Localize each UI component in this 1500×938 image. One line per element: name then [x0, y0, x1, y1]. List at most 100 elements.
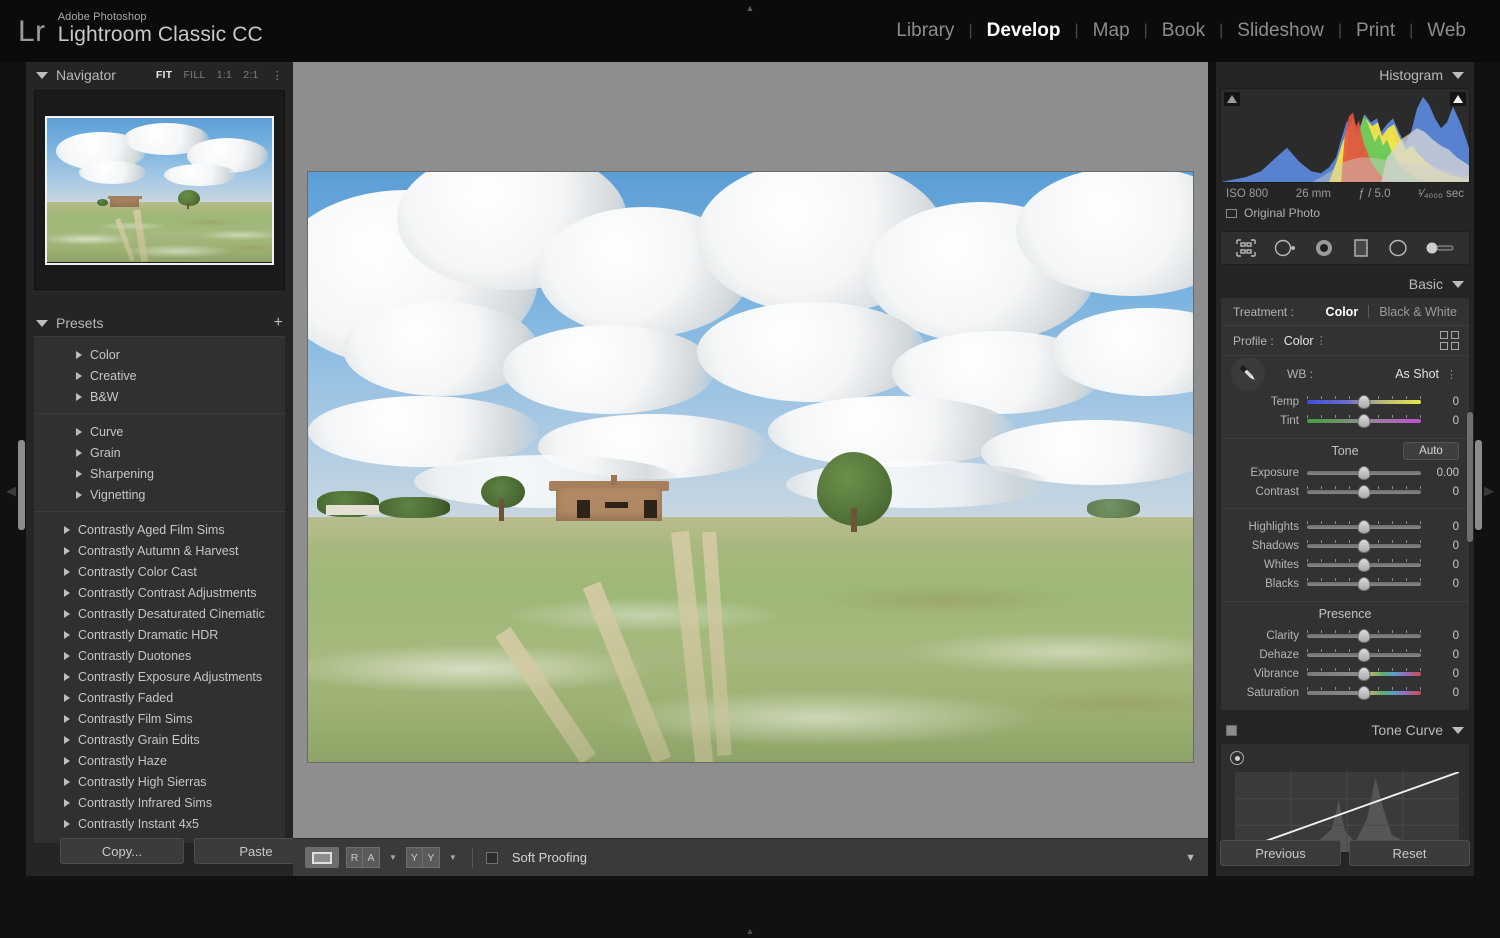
bottom-panel-handle[interactable]: ▲ — [746, 926, 755, 936]
slider-knob[interactable] — [1357, 685, 1371, 700]
disclosure-triangle-icon[interactable] — [64, 651, 70, 660]
preset-folder-sharpening[interactable]: Sharpening — [34, 463, 285, 484]
tone-curve-collapse-icon[interactable] — [1452, 726, 1464, 734]
slider-value[interactable]: 0 — [1421, 687, 1459, 699]
slider-highlights[interactable]: Highlights 0 — [1221, 517, 1469, 536]
compare-y1[interactable]: Y — [405, 847, 423, 868]
compare-view-button[interactable]: Y Y — [405, 847, 440, 868]
spot-removal-icon[interactable] — [1273, 238, 1297, 258]
slider-tint[interactable]: Tint 0 — [1221, 411, 1469, 430]
slider-knob[interactable] — [1357, 465, 1371, 480]
image-canvas[interactable]: R A ▼ Y Y ▼ Soft Proofing ▼ — [293, 62, 1208, 876]
compare-y2[interactable]: Y — [422, 847, 440, 868]
disclosure-triangle-icon[interactable] — [76, 392, 82, 401]
disclosure-triangle-icon[interactable] — [76, 490, 82, 499]
presets-list[interactable]: Color Creative B&W Curve Grain Sharpenin… — [34, 336, 285, 843]
module-web[interactable]: Web — [1413, 20, 1480, 42]
disclosure-triangle-icon[interactable] — [76, 371, 82, 380]
disclosure-triangle-icon[interactable] — [64, 672, 70, 681]
preset-folder-creative[interactable]: Creative — [34, 365, 285, 386]
presets-collapse-icon[interactable] — [36, 319, 48, 327]
tone-curve-body[interactable] — [1220, 743, 1470, 853]
slider-saturation[interactable]: Saturation 0 — [1221, 683, 1469, 702]
module-develop[interactable]: Develop — [973, 20, 1075, 42]
graduated-filter-icon[interactable] — [1351, 238, 1371, 258]
histogram-collapse-icon[interactable] — [1452, 71, 1464, 79]
disclosure-triangle-icon[interactable] — [64, 819, 70, 828]
crop-overlay-icon[interactable] — [1235, 238, 1257, 258]
zoom-stepper-icon[interactable]: ⋮ — [272, 69, 283, 82]
module-print[interactable]: Print — [1342, 20, 1409, 42]
slider-contrast[interactable]: Contrast 0 — [1221, 482, 1469, 501]
treatment-black-white-option[interactable]: Black & White — [1379, 305, 1457, 319]
disclosure-triangle-icon[interactable] — [64, 567, 70, 576]
histogram-graph[interactable] — [1220, 88, 1470, 183]
tone-curve-header[interactable]: Tone Curve — [1216, 717, 1474, 743]
slider-knob[interactable] — [1357, 413, 1371, 428]
histogram-header[interactable]: Histogram — [1216, 62, 1474, 88]
soft-proofing-label[interactable]: Soft Proofing — [512, 850, 587, 865]
develop-photo[interactable] — [308, 172, 1193, 762]
preset-folder-contrastly[interactable]: Contrastly Exposure Adjustments — [34, 666, 285, 687]
highlight-clipping-button[interactable] — [1450, 92, 1466, 106]
slider-value[interactable]: 0 — [1421, 559, 1459, 571]
wb-value[interactable]: As Shot ⋮ — [1395, 367, 1457, 381]
preset-folder-grain[interactable]: Grain — [34, 442, 285, 463]
slider-temp[interactable]: Temp 0 — [1221, 392, 1469, 411]
original-photo-row[interactable]: Original Photo — [1216, 200, 1474, 228]
presets-header[interactable]: Presets + — [26, 310, 293, 336]
add-preset-icon[interactable]: + — [274, 315, 283, 331]
targeted-adjustment-icon[interactable] — [1230, 751, 1244, 765]
slider-knob[interactable] — [1357, 666, 1371, 681]
slider-vibrance[interactable]: Vibrance 0 — [1221, 664, 1469, 683]
original-photo-checkbox[interactable] — [1226, 208, 1237, 218]
right-panel-collapse-arrow[interactable]: ▶ — [1484, 483, 1494, 499]
compare-chevron-down-icon[interactable]: ▼ — [449, 853, 457, 862]
navigator-preview[interactable] — [34, 90, 285, 290]
slider-shadows[interactable]: Shadows 0 — [1221, 536, 1469, 555]
right-panel-scroll-indicator[interactable] — [1475, 440, 1482, 530]
preset-folder-contrastly[interactable]: Contrastly Dramatic HDR — [34, 624, 285, 645]
disclosure-triangle-icon[interactable] — [64, 609, 70, 618]
module-map[interactable]: Map — [1079, 20, 1144, 42]
right-panel-scrollbar[interactable] — [1467, 412, 1473, 542]
disclosure-triangle-icon[interactable] — [64, 714, 70, 723]
slider-knob[interactable] — [1357, 538, 1371, 553]
preset-folder-contrastly[interactable]: Contrastly Contrast Adjustments — [34, 582, 285, 603]
navigator-collapse-icon[interactable] — [36, 71, 48, 79]
slider-knob[interactable] — [1357, 647, 1371, 662]
basic-panel-header[interactable]: Basic — [1216, 271, 1474, 297]
slider-knob[interactable] — [1357, 576, 1371, 591]
shadow-clipping-button[interactable] — [1224, 92, 1240, 106]
preset-folder-contrastly[interactable]: Contrastly Desaturated Cinematic — [34, 603, 285, 624]
disclosure-triangle-icon[interactable] — [64, 735, 70, 744]
navigator-header[interactable]: Navigator FIT FILL 1:1 2:1 ⋮ — [26, 62, 293, 88]
disclosure-triangle-icon[interactable] — [76, 350, 82, 359]
module-slideshow[interactable]: Slideshow — [1223, 20, 1338, 42]
slider-value[interactable]: 0 — [1421, 540, 1459, 552]
zoom-level-fit[interactable]: FIT — [156, 69, 173, 81]
disclosure-triangle-icon[interactable] — [76, 448, 82, 457]
disclosure-triangle-icon[interactable] — [64, 693, 70, 702]
disclosure-triangle-icon[interactable] — [64, 777, 70, 786]
adjustment-brush-icon[interactable] — [1425, 238, 1455, 258]
slider-whites[interactable]: Whites 0 — [1221, 555, 1469, 574]
before-after-a[interactable]: A — [363, 847, 380, 868]
preset-folder-contrastly[interactable]: Contrastly Infrared Sims — [34, 792, 285, 813]
preset-folder-contrastly[interactable]: Contrastly Color Cast — [34, 561, 285, 582]
zoom-level-1-1[interactable]: 1:1 — [217, 69, 233, 81]
zoom-level-2-1[interactable]: 2:1 — [243, 69, 259, 81]
slider-knob[interactable] — [1357, 519, 1371, 534]
disclosure-triangle-icon[interactable] — [64, 798, 70, 807]
left-panel-collapse-arrow[interactable]: ◀ — [6, 483, 16, 499]
slider-value[interactable]: 0 — [1421, 649, 1459, 661]
preset-folder-contrastly[interactable]: Contrastly Aged Film Sims — [34, 519, 285, 540]
profile-stepper-icon[interactable]: ⋮ — [1316, 334, 1327, 347]
slider-value[interactable]: 0.00 — [1421, 467, 1459, 479]
slider-value[interactable]: 0 — [1421, 486, 1459, 498]
basic-collapse-icon[interactable] — [1452, 280, 1464, 288]
preset-folder-contrastly[interactable]: Contrastly Autumn & Harvest — [34, 540, 285, 561]
preset-folder-curve[interactable]: Curve — [34, 421, 285, 442]
toolbar-chevron-down-icon[interactable]: ▼ — [1185, 852, 1196, 864]
slider-knob[interactable] — [1357, 557, 1371, 572]
